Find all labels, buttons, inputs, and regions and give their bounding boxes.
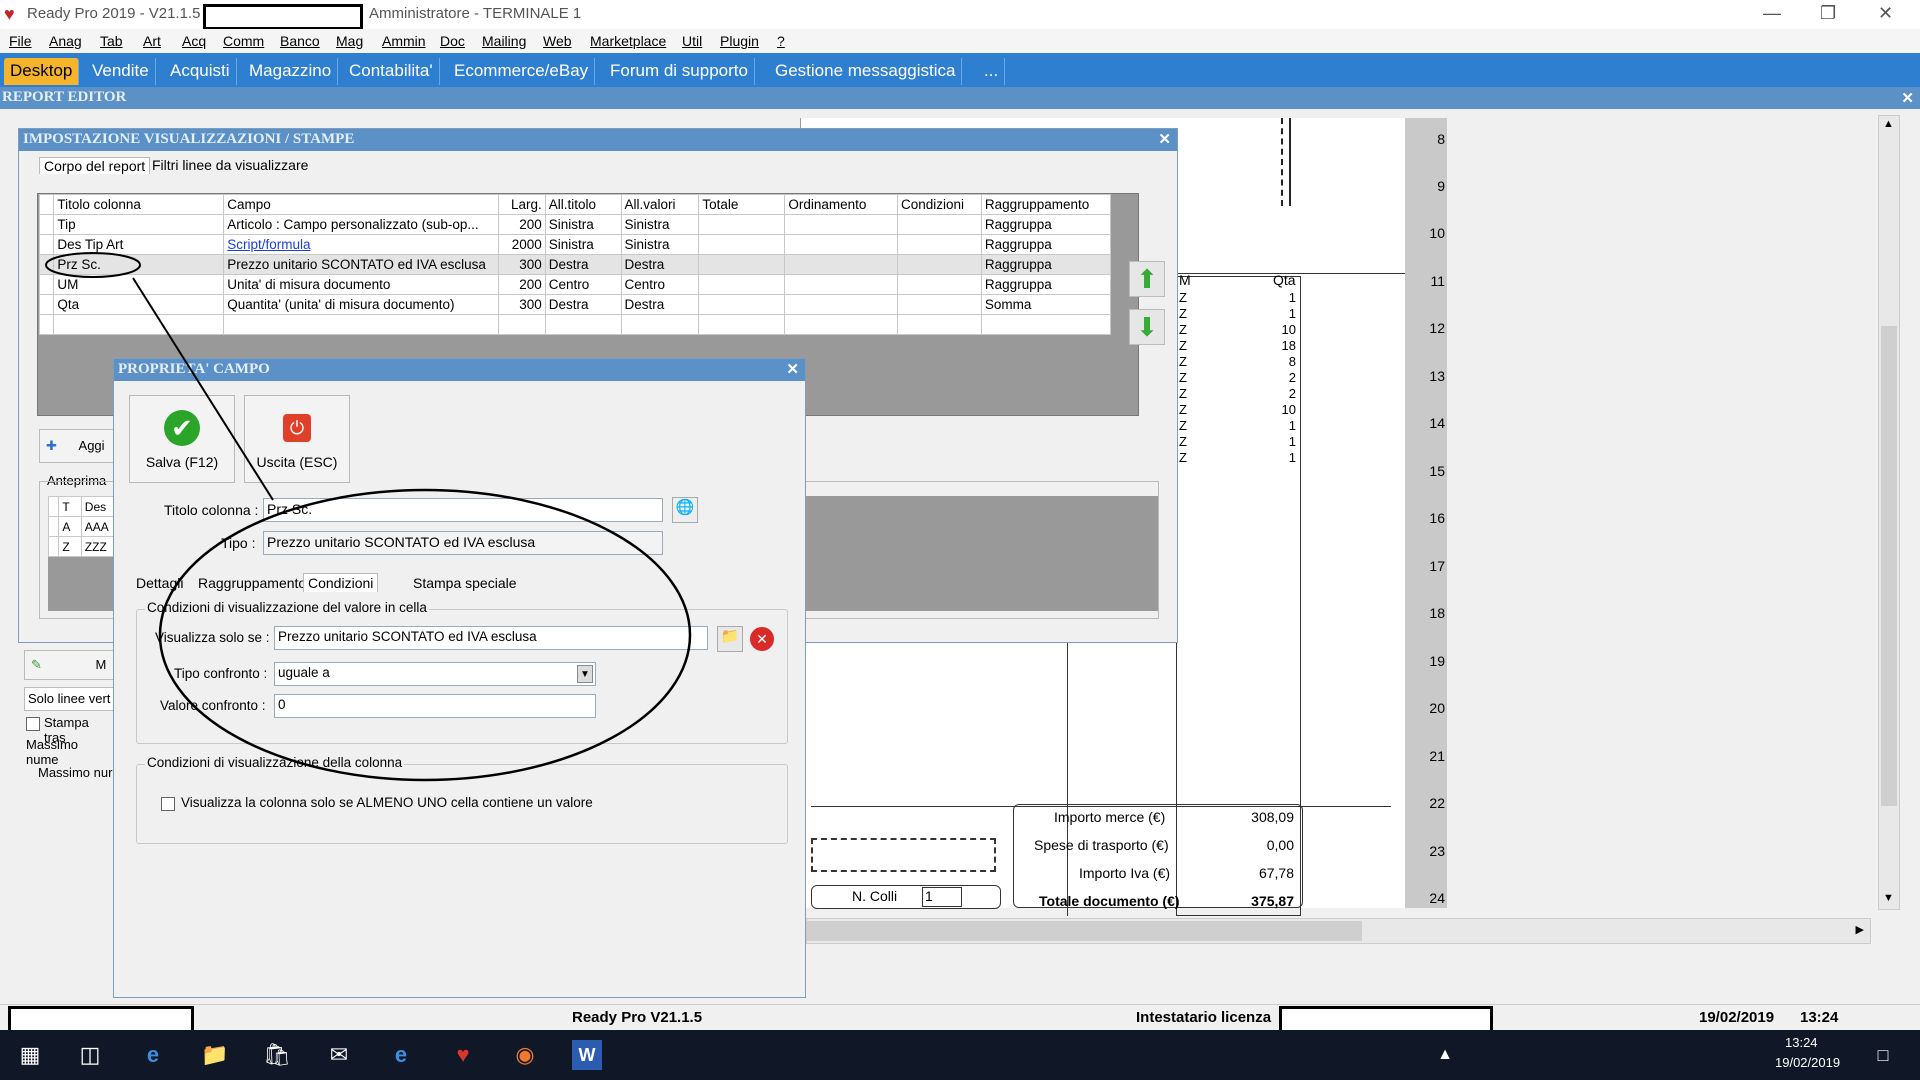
status-time: 13:24 (1800, 1009, 1839, 1026)
redacted-box (1279, 1006, 1493, 1033)
redacted-box (8, 1006, 194, 1033)
status-date: 19/02/2019 (1699, 1009, 1775, 1026)
status-license-label: Intestatario licenza (1136, 1009, 1272, 1026)
taskbar: ▦ ◫ e 📁 🛍 ✉ e ♥ ◉ W ▲ 13:24 19/02/2019 □ (0, 1030, 1920, 1080)
status-version: Ready Pro V21.1.5 (572, 1009, 703, 1026)
word-icon[interactable]: W (572, 1040, 602, 1070)
task-view-icon[interactable]: ◫ (75, 1040, 105, 1070)
annotation-ellipse-small (45, 252, 141, 278)
edge-icon[interactable]: e (138, 1040, 168, 1070)
file-explorer-icon[interactable]: 📁 (200, 1040, 230, 1070)
ready-pro-icon[interactable]: ♥ (448, 1040, 478, 1070)
status-bar: Ready Pro V21.1.5 Intestatario licenza 1… (0, 1004, 1920, 1033)
internet-explorer-icon[interactable]: e (386, 1040, 416, 1070)
annotation-line (132, 277, 274, 501)
tray-icons[interactable]: ▲ (1430, 1040, 1460, 1070)
firefox-icon[interactable]: ◉ (510, 1040, 540, 1070)
notifications-icon[interactable]: □ (1868, 1040, 1898, 1070)
taskbar-time: 13:24 (1785, 1035, 1818, 1050)
store-icon[interactable]: 🛍 (262, 1040, 292, 1070)
windows-start-icon[interactable]: ▦ (15, 1040, 45, 1070)
taskbar-date: 19/02/2019 (1775, 1055, 1841, 1070)
annotation-overlay (45, 252, 692, 782)
annotation-ellipse-large (158, 488, 692, 782)
mail-icon[interactable]: ✉ (324, 1040, 354, 1070)
